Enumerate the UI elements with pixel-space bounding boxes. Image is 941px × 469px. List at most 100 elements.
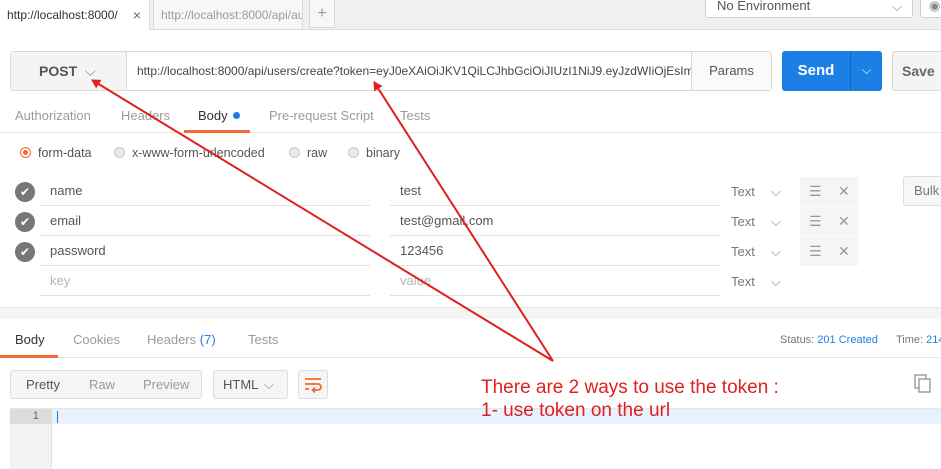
response-tab-tests[interactable]: Tests — [248, 322, 278, 358]
chevron-down-icon: ⌵ — [264, 377, 274, 392]
form-row-new: key value Text ⌵ — [0, 267, 941, 297]
type-select[interactable]: Text ⌵ — [731, 207, 791, 236]
tab-localhost-api[interactable]: http://localhost:8000/api/au — [153, 0, 303, 30]
row-actions: ☰ ✕ — [800, 177, 858, 206]
method-label: POST — [39, 63, 78, 79]
key-field[interactable]: password — [40, 237, 370, 266]
radio-icon — [348, 147, 359, 158]
annotation-line-2: 1- use token on the url — [481, 400, 671, 421]
text-cursor — [57, 411, 58, 423]
tab-body-label: Body — [198, 108, 228, 123]
send-options-dropdown[interactable]: ⌵ — [850, 51, 882, 91]
response-divider — [0, 307, 941, 319]
close-icon[interactable]: ✕ — [838, 237, 850, 266]
response-tab-headers[interactable]: Headers (7) — [147, 322, 216, 358]
eye-icon: ◉ — [929, 0, 941, 13]
time-label: Time: — [896, 334, 924, 346]
new-value-field[interactable]: value — [390, 267, 720, 296]
menu-icon[interactable]: ☰ — [809, 177, 822, 206]
format-pretty-button[interactable]: Pretty — [26, 371, 60, 398]
type-select[interactable]: Text ⌵ — [731, 237, 791, 266]
type-label: Text — [731, 244, 755, 259]
environment-quick-look-button[interactable]: ◉ — [920, 0, 941, 18]
tab-body[interactable]: Body — [184, 100, 250, 133]
form-row-name: ✔ name test Text ⌵ ☰ ✕ — [0, 177, 941, 207]
postman-window: http://localhost:8000/ × http://localhos… — [0, 0, 941, 469]
radio-label: form-data — [38, 146, 92, 160]
row-actions: ☰ ✕ — [800, 207, 858, 236]
chevron-down-icon: ⌵ — [861, 63, 872, 77]
close-icon[interactable]: ✕ — [838, 177, 850, 206]
new-key-field[interactable]: key — [40, 267, 370, 296]
response-tab-body[interactable]: Body — [0, 322, 58, 358]
type-label: Text — [731, 214, 755, 229]
type-label: Text — [731, 274, 755, 289]
format-mode-group: Pretty Raw Preview — [10, 370, 202, 399]
radio-icon — [289, 147, 300, 158]
new-tab-button[interactable]: + — [309, 0, 335, 28]
copy-icon[interactable] — [914, 374, 932, 394]
response-format-select[interactable]: HTML ⌵ — [213, 370, 288, 399]
environment-label: No Environment — [717, 0, 811, 13]
url-input[interactable]: http://localhost:8000/api/users/create?t… — [127, 52, 691, 90]
close-icon[interactable]: ✕ — [838, 207, 850, 236]
tab-localhost-root[interactable]: http://localhost:8000/ × — [0, 0, 150, 30]
send-button[interactable]: Send ⌵ — [782, 51, 882, 91]
tab-headers[interactable]: Headers — [121, 100, 170, 133]
environment-select[interactable]: No Environment ⌵ — [705, 0, 913, 18]
row-actions: ☰ ✕ — [800, 237, 858, 266]
key-field[interactable]: email — [40, 207, 370, 236]
radio-icon — [114, 147, 125, 158]
params-button[interactable]: Params — [691, 52, 771, 90]
radio-label: x-www-form-urlencoded — [132, 146, 265, 160]
type-select[interactable]: Text ⌵ — [731, 177, 791, 206]
radio-x-www-form-urlencoded[interactable]: x-www-form-urlencoded — [114, 145, 265, 161]
response-tab-cookies[interactable]: Cookies — [73, 322, 120, 358]
radio-binary[interactable]: binary — [348, 145, 400, 161]
menu-icon[interactable]: ☰ — [809, 237, 822, 266]
status-readout: Status: 201 Created — [780, 322, 878, 358]
tab-tests[interactable]: Tests — [400, 100, 430, 133]
line-number: 1 — [10, 409, 52, 424]
time-value: 214 — [926, 334, 941, 346]
format-raw-button[interactable]: Raw — [89, 371, 115, 398]
menu-icon[interactable]: ☰ — [809, 207, 822, 236]
wrap-lines-button[interactable] — [298, 370, 328, 399]
value-field[interactable]: test@gmail.com — [390, 207, 720, 236]
radio-form-data[interactable]: form-data — [20, 145, 92, 161]
dot-icon — [232, 112, 240, 119]
headers-count-badge: (7) — [199, 332, 216, 347]
check-icon[interactable]: ✔ — [15, 212, 35, 232]
form-row-email: ✔ email test@gmail.com Text ⌵ ☰ ✕ — [0, 207, 941, 237]
check-icon[interactable]: ✔ — [15, 182, 35, 202]
radio-label: raw — [307, 146, 328, 160]
request-bar: POST ⌵ http://localhost:8000/api/users/c… — [10, 51, 772, 91]
radio-selected-icon — [20, 147, 31, 158]
check-icon[interactable]: ✔ — [15, 242, 35, 262]
bulk-edit-button[interactable]: Bulk — [903, 176, 941, 206]
chevron-down-icon: ⌵ — [771, 214, 781, 229]
chevron-down-icon: ⌵ — [771, 274, 781, 289]
method-select[interactable]: POST ⌵ — [11, 52, 127, 90]
send-label: Send — [797, 62, 835, 79]
value-field[interactable]: test — [390, 177, 720, 206]
save-button[interactable]: Save — [892, 51, 941, 91]
type-select[interactable]: Text ⌵ — [731, 267, 791, 296]
time-readout: Time: 214 — [896, 322, 941, 358]
response-format-label: HTML — [223, 377, 259, 392]
radio-label: binary — [366, 146, 401, 160]
tab-authorization[interactable]: Authorization — [15, 100, 91, 133]
close-icon[interactable]: × — [133, 0, 141, 30]
format-preview-button[interactable]: Preview — [143, 371, 189, 398]
request-tabs: Authorization Headers Body Pre-request S… — [0, 100, 941, 133]
tab-label: http://localhost:8000/ — [7, 8, 118, 22]
annotation-line-1: There are 2 ways to use the token : — [481, 377, 779, 398]
value-field[interactable]: 123456 — [390, 237, 720, 266]
chevron-down-icon: ⌵ — [892, 0, 902, 14]
response-editor[interactable]: 1 — [10, 408, 941, 469]
tab-pre-request-script[interactable]: Pre-request Script — [269, 100, 374, 133]
radio-raw[interactable]: raw — [289, 145, 327, 161]
key-field[interactable]: name — [40, 177, 370, 206]
chevron-down-icon: ⌵ — [85, 63, 96, 79]
chevron-down-icon: ⌵ — [771, 184, 781, 199]
